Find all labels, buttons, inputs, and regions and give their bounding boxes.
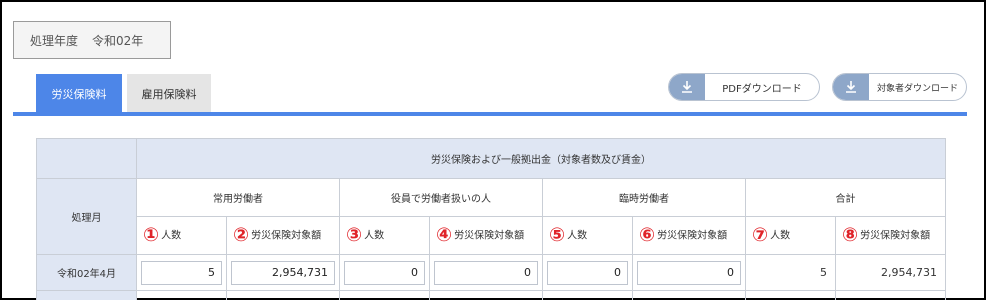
col-header-7: ⑦ 人数 <box>745 216 836 255</box>
regular-amount-input[interactable]: 2,954,731 <box>231 260 335 285</box>
col-header-3: ③ 人数 <box>339 216 430 255</box>
marker-1: ① <box>143 224 160 246</box>
pdf-download-label: PDFダウンロード <box>722 83 802 95</box>
col-header-8: ⑧ 労災保険対象額 <box>835 216 946 255</box>
cell-officer-amount[interactable]: 0 <box>429 254 543 291</box>
table-row <box>36 290 946 300</box>
column-header-row: ① 人数 ② 労災保険対象額 ③ 人数 ④ 労災保険対象額 ⑤ 人数 ⑥ 労災保険対象額 ⑦… <box>37 216 946 255</box>
marker-4: ④ <box>436 224 453 246</box>
tab-underline <box>13 112 967 116</box>
col-header-6: ⑥ 労災保険対象額 <box>632 216 746 255</box>
row-month: 令和02年4月 <box>36 254 137 291</box>
tab-label: 労災保険料 <box>51 88 107 101</box>
col-header-4: ④ 労災保険対象額 <box>429 216 543 255</box>
tab-employment-insurance[interactable]: 雇用保険料 <box>127 74 211 114</box>
temp-amount-input[interactable]: 0 <box>637 260 741 285</box>
officer-amount-input[interactable]: 0 <box>434 260 538 285</box>
total-amount: 2,954,731 <box>835 254 946 291</box>
marker-3: ③ <box>346 224 363 246</box>
target-download-button[interactable]: 対象者ダウンロード <box>832 73 967 101</box>
group-total: 合計 <box>745 178 946 217</box>
col-header-1: ① 人数 <box>136 216 227 255</box>
fiscal-year-value: 令和02年 <box>92 33 144 48</box>
download-icon <box>669 74 705 100</box>
group-regular-workers: 常用労働者 <box>136 178 340 217</box>
marker-5: ⑤ <box>549 224 566 246</box>
temp-count-input[interactable]: 0 <box>547 260 628 285</box>
regular-count-input[interactable]: 5 <box>141 260 222 285</box>
download-icon <box>833 74 869 100</box>
marker-7: ⑦ <box>752 224 769 246</box>
insurance-table: 労災保険および一般拠出金（対象者数及び賃金） 処理月 常用労働者 役員で労働者扱… <box>36 138 946 300</box>
pdf-download-button[interactable]: PDFダウンロード <box>668 73 820 101</box>
cell-regular-count[interactable]: 5 <box>136 254 227 291</box>
cell-regular-amount[interactable]: 2,954,731 <box>226 254 340 291</box>
col-header-5: ⑤ 人数 <box>542 216 633 255</box>
col-header-2: ② 労災保険対象額 <box>226 216 340 255</box>
total-count: 5 <box>745 254 836 291</box>
marker-6: ⑥ <box>639 224 656 246</box>
marker-8: ⑧ <box>842 224 859 246</box>
table-corner <box>36 138 137 179</box>
cell-temp-count[interactable]: 0 <box>542 254 633 291</box>
tab-workers-comp-insurance[interactable]: 労災保険料 <box>36 74 122 114</box>
fiscal-year-label: 処理年度 <box>30 33 79 48</box>
group-temporary-workers: 臨時労働者 <box>542 178 746 217</box>
group-officers-as-workers: 役員で労働者扱いの人 <box>339 178 543 217</box>
target-download-label: 対象者ダウンロード <box>876 83 958 94</box>
group-title: 労災保険および一般拠出金（対象者数及び賃金） <box>136 138 946 179</box>
tab-label: 雇用保険料 <box>141 88 197 101</box>
officer-count-input[interactable]: 0 <box>344 260 425 285</box>
marker-2: ② <box>233 224 250 246</box>
cell-temp-amount[interactable]: 0 <box>632 254 746 291</box>
table-row: 令和02年4月 5 2,954,731 0 0 0 0 5 2,954,731 <box>36 254 946 291</box>
row-header-month: 処理月 <box>36 178 137 255</box>
cell-officer-count[interactable]: 0 <box>339 254 430 291</box>
fiscal-year-box: 処理年度 令和02年 <box>13 21 171 59</box>
